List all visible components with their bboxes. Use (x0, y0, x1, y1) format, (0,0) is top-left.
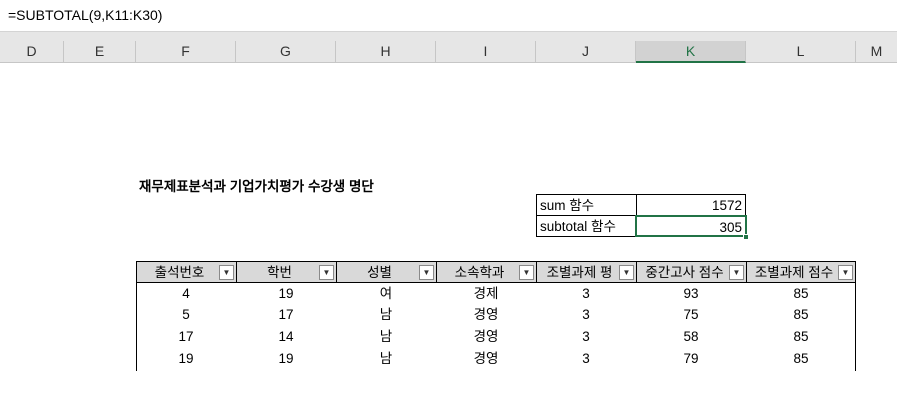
cell-student-id[interactable]: 19 (236, 348, 336, 369)
cell-gender[interactable]: 남 (336, 326, 436, 347)
cell-student-id[interactable]: 17 (236, 304, 336, 325)
cell-midterm[interactable]: 58 (636, 326, 746, 347)
cell-midterm[interactable]: 75 (636, 304, 746, 325)
worksheet-grid[interactable]: 재무제표분석과 기업가치평가 수강생 명단 sum 함수 1572 subtot… (0, 63, 897, 418)
cell-gender[interactable]: 여 (336, 283, 436, 304)
cell-department[interactable]: 경영 (436, 304, 536, 325)
fill-handle[interactable] (743, 234, 749, 240)
column-header-m[interactable]: M (856, 41, 897, 62)
filter-applied-icon[interactable]: ▼ (619, 265, 634, 280)
header-label: 성별 (367, 265, 392, 280)
subtotal-value-cell[interactable]: 305 (635, 215, 747, 237)
cell-department[interactable]: 경제 (436, 283, 536, 304)
filter-dropdown-icon[interactable]: ▼ (419, 265, 434, 280)
cell-group-score[interactable]: 85 (746, 283, 856, 304)
cell-attendance[interactable]: 19 (136, 348, 236, 369)
cell-attendance[interactable]: 17 (136, 326, 236, 347)
formula-bar[interactable]: =SUBTOTAL(9,K11:K30) (0, 0, 897, 32)
header-label: 소속학과 (454, 265, 505, 280)
header-gender[interactable]: 성별 ▼ (336, 261, 436, 283)
header-attendance-number[interactable]: 출석번호 ▼ (136, 261, 236, 283)
header-student-id[interactable]: 학번 ▼ (236, 261, 336, 283)
header-label: 중간고사 점수 (645, 265, 724, 280)
cell-group-score[interactable]: 85 (746, 348, 856, 369)
cell-group-eval[interactable]: 3 (536, 326, 636, 347)
sum-label-cell[interactable]: sum 함수 (536, 194, 637, 216)
header-label: 학번 (267, 265, 292, 280)
cell-group-score[interactable]: 85 (746, 304, 856, 325)
cell-gender[interactable]: 남 (336, 348, 436, 369)
filter-dropdown-icon[interactable]: ▼ (319, 265, 334, 280)
header-label: 출석번호 (154, 265, 205, 280)
cell-attendance[interactable]: 4 (136, 283, 236, 304)
header-label: 조별과제 평 (546, 265, 613, 280)
header-group-project-score[interactable]: 조별과제 점수 ▼ (746, 261, 856, 283)
formula-text[interactable]: =SUBTOTAL(9,K11:K30) (8, 7, 162, 23)
sum-value-cell[interactable]: 1572 (636, 194, 746, 216)
cell-attendance[interactable]: 5 (136, 304, 236, 325)
header-group-project-eval[interactable]: 조별과제 평 ▼ (536, 261, 636, 283)
column-header-row: D E F G H I J K L M (0, 41, 897, 63)
filter-dropdown-icon[interactable]: ▼ (729, 265, 744, 280)
cell-group-eval[interactable]: 3 (536, 304, 636, 325)
cell-department[interactable]: 경영 (436, 326, 536, 347)
toolbar-gap (0, 32, 897, 41)
filter-dropdown-icon[interactable]: ▼ (519, 265, 534, 280)
header-department[interactable]: 소속학과 ▼ (436, 261, 536, 283)
cell-midterm[interactable]: 79 (636, 348, 746, 369)
header-midterm-score[interactable]: 중간고사 점수 ▼ (636, 261, 746, 283)
sheet-title: 재무제표분석과 기업가치평가 수강생 명단 (139, 179, 374, 194)
cell-group-score[interactable]: 85 (746, 326, 856, 347)
subtotal-label-cell[interactable]: subtotal 함수 (536, 215, 637, 237)
cell-group-eval[interactable]: 3 (536, 348, 636, 369)
column-header-e[interactable]: E (64, 41, 136, 62)
cell-student-id[interactable]: 19 (236, 283, 336, 304)
column-header-k[interactable]: K (636, 41, 746, 63)
column-header-h[interactable]: H (336, 41, 436, 62)
cell-midterm[interactable]: 93 (636, 283, 746, 304)
filter-dropdown-icon[interactable]: ▼ (219, 265, 234, 280)
column-header-i[interactable]: I (436, 41, 536, 62)
filter-dropdown-icon[interactable]: ▼ (838, 265, 853, 280)
cell-group-eval[interactable]: 3 (536, 283, 636, 304)
column-header-d[interactable]: D (0, 41, 64, 62)
column-header-g[interactable]: G (236, 41, 336, 62)
cell-student-id[interactable]: 14 (236, 326, 336, 347)
column-header-l[interactable]: L (746, 41, 856, 62)
header-label: 조별과제 점수 (754, 265, 834, 280)
column-header-f[interactable]: F (136, 41, 236, 62)
cell-department[interactable]: 경영 (436, 348, 536, 369)
column-header-j[interactable]: J (536, 41, 636, 62)
cell-gender[interactable]: 남 (336, 304, 436, 325)
